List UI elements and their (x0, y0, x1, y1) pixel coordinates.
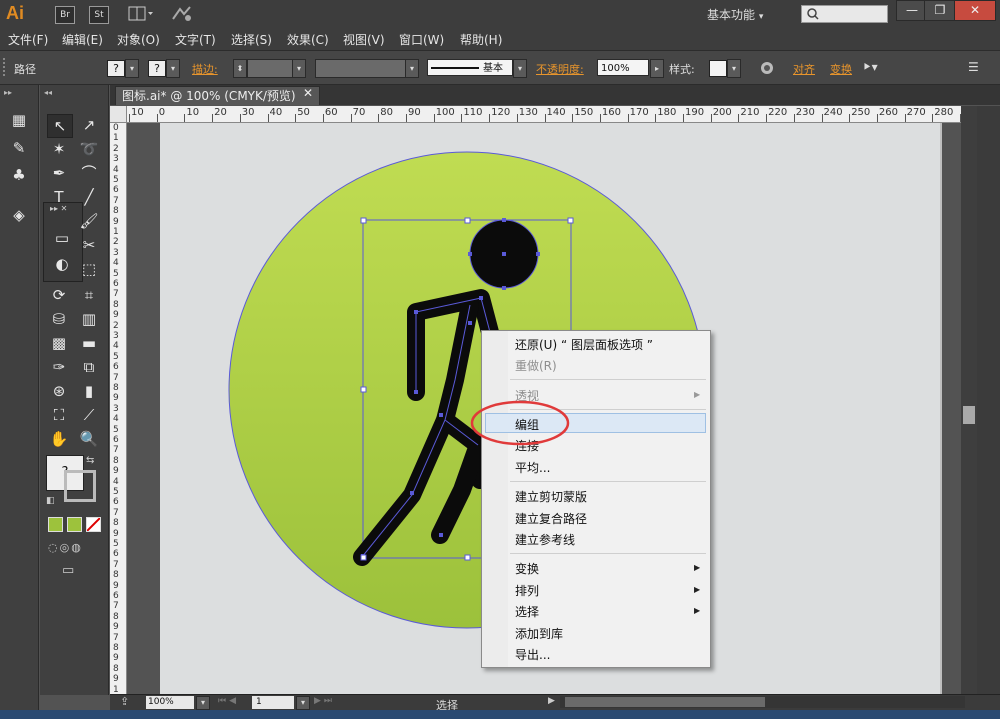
menu-transform[interactable]: 变换 (515, 560, 539, 577)
highlight-annotation-ring (470, 400, 570, 446)
context-menu: 还原(U) “ 图层面板选项 ” 重做(R) 透视 ▶ 编组 连接 平均... … (481, 330, 711, 668)
prev-artboard-icons[interactable]: ⏮◀ (218, 696, 239, 706)
status-menu-arrow[interactable]: ▶ (548, 696, 555, 706)
menu-separator (510, 379, 706, 380)
menu-export[interactable]: 导出... (515, 646, 550, 663)
menu-add-to-library[interactable]: 添加到库 (515, 625, 563, 642)
zoom-level-input[interactable]: 100% (146, 696, 194, 709)
share-icon[interactable]: ⇪ (120, 695, 129, 708)
menu-separator (510, 553, 706, 554)
menu-average[interactable]: 平均... (515, 459, 550, 476)
menu-make-clipping-mask[interactable]: 建立剪切蒙版 (515, 488, 587, 505)
artboard-dropdown[interactable]: ▾ (296, 696, 310, 710)
artboard-number-input[interactable]: 1 (252, 696, 294, 709)
submenu-arrow-icon: ▶ (694, 563, 701, 572)
horizontal-scroll-thumb[interactable] (565, 697, 765, 707)
os-taskbar (0, 710, 1000, 719)
submenu-arrow-icon: ▶ (694, 606, 701, 615)
context-menu-gutter (482, 331, 508, 667)
menu-make-compound-path[interactable]: 建立复合路径 (515, 510, 587, 527)
next-artboard-icons[interactable]: ▶⏭ (314, 696, 335, 706)
zoom-dropdown[interactable]: ▾ (196, 696, 210, 710)
menu-arrange[interactable]: 排列 (515, 582, 539, 599)
menu-select[interactable]: 选择 (515, 603, 539, 620)
menu-redo: 重做(R) (515, 359, 557, 373)
submenu-arrow-icon: ▶ (694, 390, 701, 399)
menu-separator (510, 481, 706, 482)
menu-make-guides[interactable]: 建立参考线 (515, 531, 575, 548)
submenu-arrow-icon: ▶ (694, 585, 701, 594)
menu-undo[interactable]: 还原(U) “ 图层面板选项 ” (515, 336, 653, 353)
